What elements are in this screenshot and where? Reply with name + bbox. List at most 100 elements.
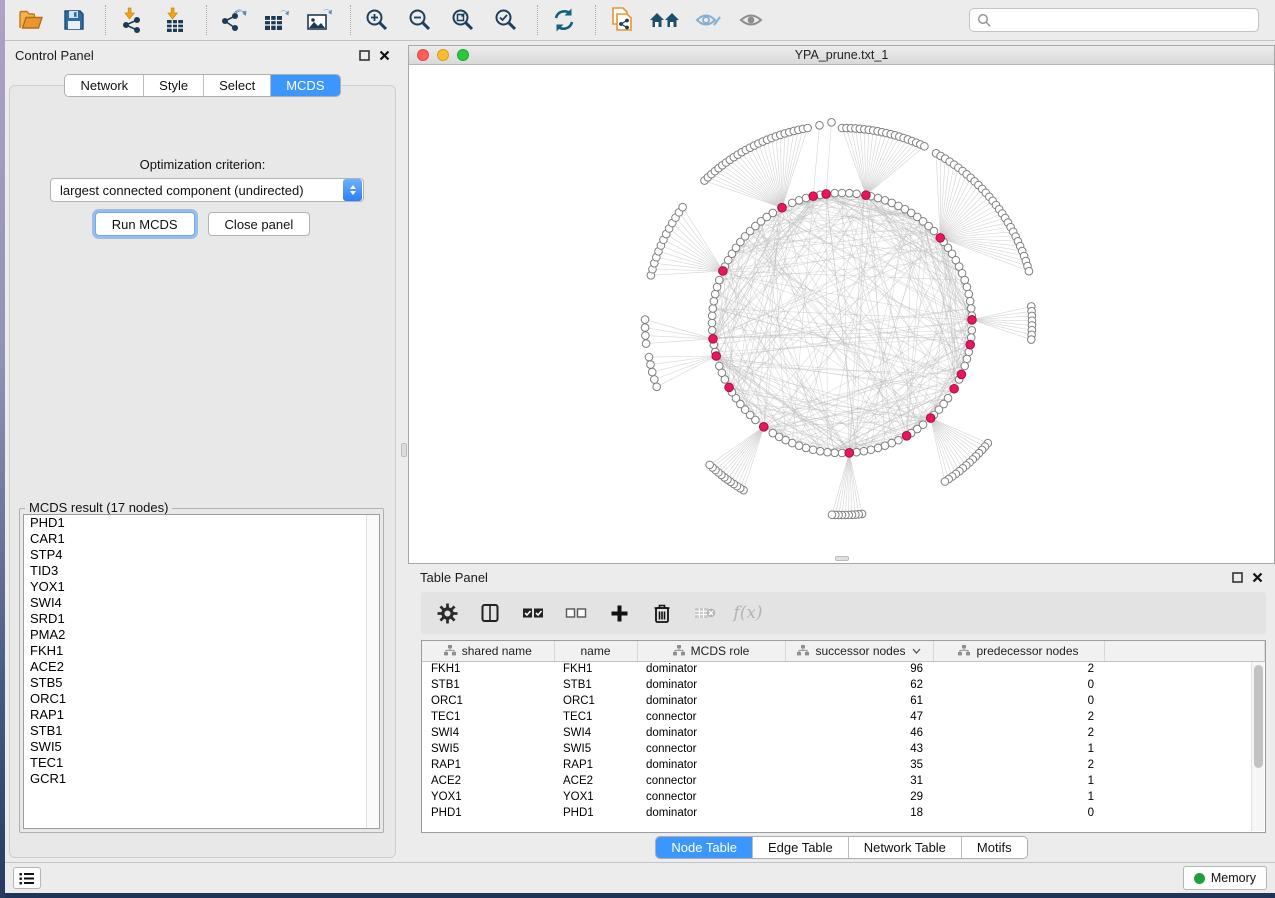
cell-predecessor-nodes[interactable]: 2 [933, 661, 1104, 677]
list-item[interactable]: PMA2 [24, 627, 379, 643]
cell-name[interactable]: ACE2 [554, 773, 637, 789]
cell-shared-name[interactable]: RAP1 [422, 757, 554, 773]
cell-shared-name[interactable]: FKH1 [422, 661, 554, 677]
tab-node-table[interactable]: Node Table [656, 837, 752, 858]
list-item[interactable]: SWI4 [24, 595, 379, 611]
table-row[interactable]: ORC1ORC1dominator610 [422, 693, 1265, 709]
cell-successor-nodes[interactable]: 47 [785, 709, 933, 725]
table-row[interactable]: TEC1TEC1connector472 [422, 709, 1265, 725]
table-row[interactable]: SWI5SWI5connector431 [422, 741, 1265, 757]
float-window-icon[interactable] [359, 50, 370, 61]
list-item[interactable]: TEC1 [24, 755, 379, 771]
delete-row-icon[interactable] [650, 601, 674, 625]
export-table-icon[interactable] [260, 5, 292, 35]
cell-predecessor-nodes[interactable]: 2 [933, 709, 1104, 725]
import-table-icon[interactable] [159, 5, 191, 35]
cell-name[interactable]: PHD1 [554, 805, 637, 821]
table-scrollbar-thumb[interactable] [1254, 665, 1263, 768]
column-header-name[interactable]: name [554, 641, 637, 661]
list-item[interactable]: STB5 [24, 675, 379, 691]
network-window-titlebar[interactable]: YPA_prune.txt_1 [409, 46, 1274, 65]
cell-MCDS-role[interactable]: dominator [637, 693, 785, 709]
cell-MCDS-role[interactable]: dominator [637, 757, 785, 773]
cell-MCDS-role[interactable]: dominator [637, 725, 785, 741]
cell-MCDS-role[interactable]: dominator [637, 661, 785, 677]
show-column-icon[interactable] [478, 601, 502, 625]
cell-shared-name[interactable]: PHD1 [422, 805, 554, 821]
cell-predecessor-nodes[interactable]: 0 [933, 805, 1104, 821]
tab-select[interactable]: Select [203, 75, 270, 96]
column-header-predecessor-nodes[interactable]: predecessor nodes [933, 641, 1104, 661]
tab-network-table[interactable]: Network Table [848, 837, 961, 858]
column-header-successor-nodes[interactable]: successor nodes [785, 641, 933, 661]
cell-successor-nodes[interactable]: 18 [785, 805, 933, 821]
tab-network[interactable]: Network [65, 75, 143, 96]
cell-MCDS-role[interactable]: connector [637, 789, 785, 805]
cell-shared-name[interactable]: SWI4 [422, 725, 554, 741]
cell-predecessor-nodes[interactable]: 0 [933, 677, 1104, 693]
tab-edge-table[interactable]: Edge Table [752, 837, 848, 858]
import-network-icon[interactable] [116, 5, 148, 35]
cell-shared-name[interactable]: SWI5 [422, 741, 554, 757]
refresh-icon[interactable] [548, 5, 580, 35]
list-item[interactable]: GCR1 [24, 771, 379, 787]
list-item[interactable]: STP4 [24, 547, 379, 563]
run-mcds-button[interactable]: Run MCDS [95, 212, 195, 236]
cell-MCDS-role[interactable]: dominator [637, 677, 785, 693]
cell-successor-nodes[interactable]: 46 [785, 725, 933, 741]
table-options-icon[interactable] [435, 601, 459, 625]
cell-predecessor-nodes[interactable]: 1 [933, 773, 1104, 789]
export-image-icon[interactable] [303, 5, 335, 35]
list-item[interactable]: CAR1 [24, 531, 379, 547]
cell-name[interactable]: SWI4 [554, 725, 637, 741]
cell-predecessor-nodes[interactable]: 2 [933, 725, 1104, 741]
cell-predecessor-nodes[interactable]: 1 [933, 741, 1104, 757]
cell-MCDS-role[interactable]: connector [637, 741, 785, 757]
list-item[interactable]: YOX1 [24, 579, 379, 595]
network-graph[interactable] [409, 65, 1274, 563]
close-panel-button[interactable]: Close panel [208, 212, 311, 236]
cell-shared-name[interactable]: YOX1 [422, 789, 554, 805]
table-row[interactable]: RAP1RAP1dominator352 [422, 757, 1265, 773]
search-input[interactable] [998, 13, 1251, 27]
cell-MCDS-role[interactable]: connector [637, 773, 785, 789]
task-history-button[interactable] [13, 867, 41, 889]
column-header-MCDS-role[interactable]: MCDS role [637, 641, 785, 661]
cell-shared-name[interactable]: STB1 [422, 677, 554, 693]
cell-name[interactable]: RAP1 [554, 757, 637, 773]
vertical-splitter[interactable] [400, 42, 408, 862]
cell-successor-nodes[interactable]: 62 [785, 677, 933, 693]
cell-name[interactable]: YOX1 [554, 789, 637, 805]
cell-MCDS-role[interactable]: dominator [637, 805, 785, 821]
zoom-in-icon[interactable] [361, 5, 393, 35]
cell-MCDS-role[interactable]: connector [637, 709, 785, 725]
cell-shared-name[interactable]: TEC1 [422, 709, 554, 725]
add-row-icon[interactable] [607, 601, 631, 625]
search-field[interactable] [969, 8, 1259, 32]
cell-successor-nodes[interactable]: 43 [785, 741, 933, 757]
list-item[interactable]: FKH1 [24, 643, 379, 659]
table-row[interactable]: FKH1FKH1dominator962 [422, 661, 1265, 677]
cell-predecessor-nodes[interactable]: 2 [933, 757, 1104, 773]
close-panel-icon[interactable] [1252, 572, 1263, 583]
table-row[interactable]: ACE2ACE2connector311 [422, 773, 1265, 789]
list-item[interactable]: PHD1 [24, 515, 379, 531]
tab-mcds[interactable]: MCDS [270, 75, 339, 96]
list-item[interactable]: STB1 [24, 723, 379, 739]
list-item[interactable]: SRD1 [24, 611, 379, 627]
zoom-selected-icon[interactable] [490, 5, 522, 35]
list-item[interactable]: ACE2 [24, 659, 379, 675]
export-network-icon[interactable] [217, 5, 249, 35]
cell-name[interactable]: TEC1 [554, 709, 637, 725]
select-all-icon[interactable] [521, 601, 545, 625]
show-all-icon[interactable] [735, 5, 767, 35]
mcds-result-list[interactable]: PHD1CAR1STP4TID3YOX1SWI4SRD1PMA2FKH1ACE2… [23, 514, 380, 829]
list-item[interactable]: RAP1 [24, 707, 379, 723]
memory-button[interactable]: Memory [1183, 866, 1267, 890]
close-panel-icon[interactable] [379, 50, 390, 61]
cell-successor-nodes[interactable]: 35 [785, 757, 933, 773]
column-header-shared-name[interactable]: shared name [422, 641, 554, 661]
horizontal-splitter-grip[interactable] [835, 556, 849, 561]
first-neighbors-icon[interactable] [649, 5, 681, 35]
cell-name[interactable]: ORC1 [554, 693, 637, 709]
